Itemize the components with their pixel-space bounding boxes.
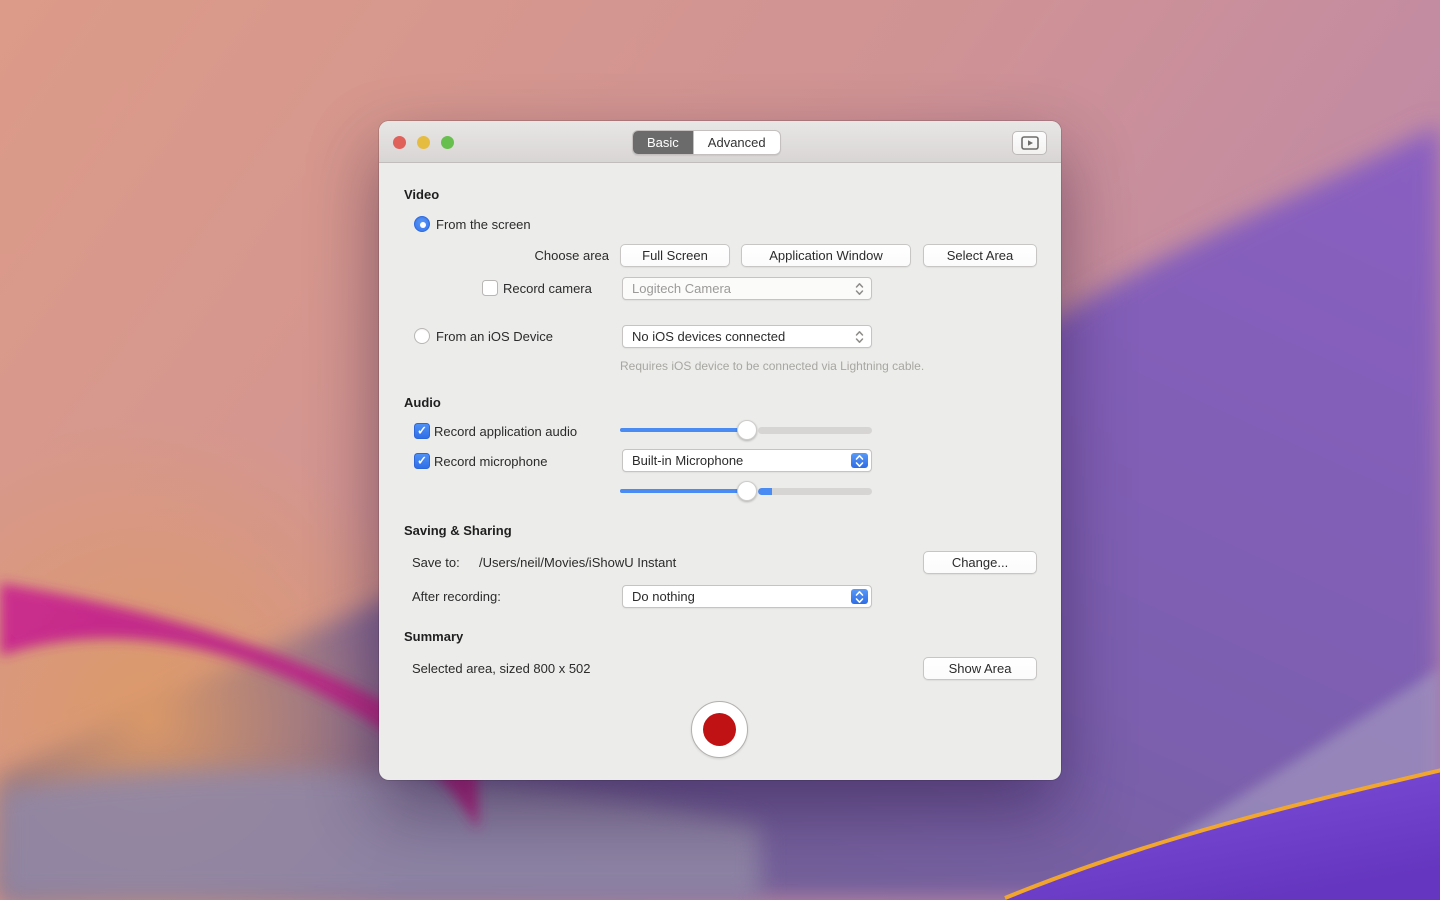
- full-screen-button[interactable]: Full Screen: [620, 244, 730, 267]
- tab-advanced[interactable]: Advanced: [693, 131, 780, 154]
- slider-knob[interactable]: [737, 420, 757, 440]
- chevron-up-down-icon: [851, 281, 868, 296]
- tab-basic[interactable]: Basic: [633, 131, 693, 154]
- record-app-audio-label: Record application audio: [434, 424, 577, 439]
- record-app-audio-checkbox[interactable]: ✓: [414, 423, 430, 439]
- after-recording-select-value: Do nothing: [632, 589, 695, 604]
- checkmark-icon: ✓: [417, 425, 427, 437]
- slider-knob[interactable]: [737, 481, 757, 501]
- microphone-select[interactable]: Built-in Microphone: [622, 449, 872, 472]
- microphone-select-value: Built-in Microphone: [632, 453, 743, 468]
- ios-device-select[interactable]: No iOS devices connected: [622, 325, 872, 348]
- mode-segmented-control: Basic Advanced: [632, 130, 781, 155]
- choose-area-label: Choose area: [469, 248, 609, 263]
- from-ios-label: From an iOS Device: [436, 329, 553, 344]
- application-window-button[interactable]: Application Window: [741, 244, 911, 267]
- record-microphone-checkbox[interactable]: ✓: [414, 453, 430, 469]
- save-to-label: Save to:: [412, 555, 460, 570]
- after-recording-select[interactable]: Do nothing: [622, 585, 872, 608]
- change-button[interactable]: Change...: [923, 551, 1037, 574]
- minimize-button[interactable]: [417, 136, 430, 149]
- checkmark-icon: ✓: [417, 455, 427, 467]
- record-microphone-label: Record microphone: [434, 454, 547, 469]
- record-camera-label: Record camera: [503, 281, 592, 296]
- select-area-button[interactable]: Select Area: [923, 244, 1037, 267]
- video-section-heading: Video: [404, 187, 439, 202]
- chevron-up-down-icon: [851, 589, 868, 604]
- slider-fill: [620, 489, 747, 493]
- camera-select-value: Logitech Camera: [632, 281, 731, 296]
- save-path-value: /Users/neil/Movies/iShowU Instant: [479, 555, 676, 570]
- saving-section-heading: Saving & Sharing: [404, 523, 512, 538]
- show-area-button[interactable]: Show Area: [923, 657, 1037, 680]
- record-button[interactable]: [691, 701, 748, 758]
- audio-section-heading: Audio: [404, 395, 441, 410]
- after-recording-label: After recording:: [412, 589, 501, 604]
- camera-select[interactable]: Logitech Camera: [622, 277, 872, 300]
- ios-device-select-value: No iOS devices connected: [632, 329, 785, 344]
- record-dot-icon: [703, 713, 736, 746]
- app-window: Basic Advanced Video From the screen Cho…: [379, 121, 1061, 780]
- titlebar[interactable]: Basic Advanced: [379, 121, 1061, 163]
- slider-fill: [620, 428, 747, 432]
- zoom-button[interactable]: [441, 136, 454, 149]
- record-camera-checkbox[interactable]: [482, 280, 498, 296]
- from-screen-label: From the screen: [436, 217, 531, 232]
- summary-text: Selected area, sized 800 x 502: [412, 661, 591, 676]
- level-fill: [758, 488, 772, 495]
- app-audio-volume-slider[interactable]: [620, 420, 747, 440]
- close-button[interactable]: [393, 136, 406, 149]
- chevron-up-down-icon: [851, 329, 868, 344]
- from-screen-radio[interactable]: [414, 216, 430, 232]
- summary-section-heading: Summary: [404, 629, 463, 644]
- microphone-volume-slider[interactable]: [620, 481, 747, 501]
- chevron-up-down-icon: [851, 453, 868, 468]
- preview-player-button[interactable]: [1012, 131, 1047, 155]
- play-in-rectangle-icon: [1021, 136, 1039, 150]
- microphone-level-meter: [758, 488, 872, 495]
- desktop: Basic Advanced Video From the screen Cho…: [0, 0, 1440, 900]
- ios-help-text: Requires iOS device to be connected via …: [620, 359, 924, 373]
- app-audio-level-meter: [758, 427, 872, 434]
- from-ios-radio[interactable]: [414, 328, 430, 344]
